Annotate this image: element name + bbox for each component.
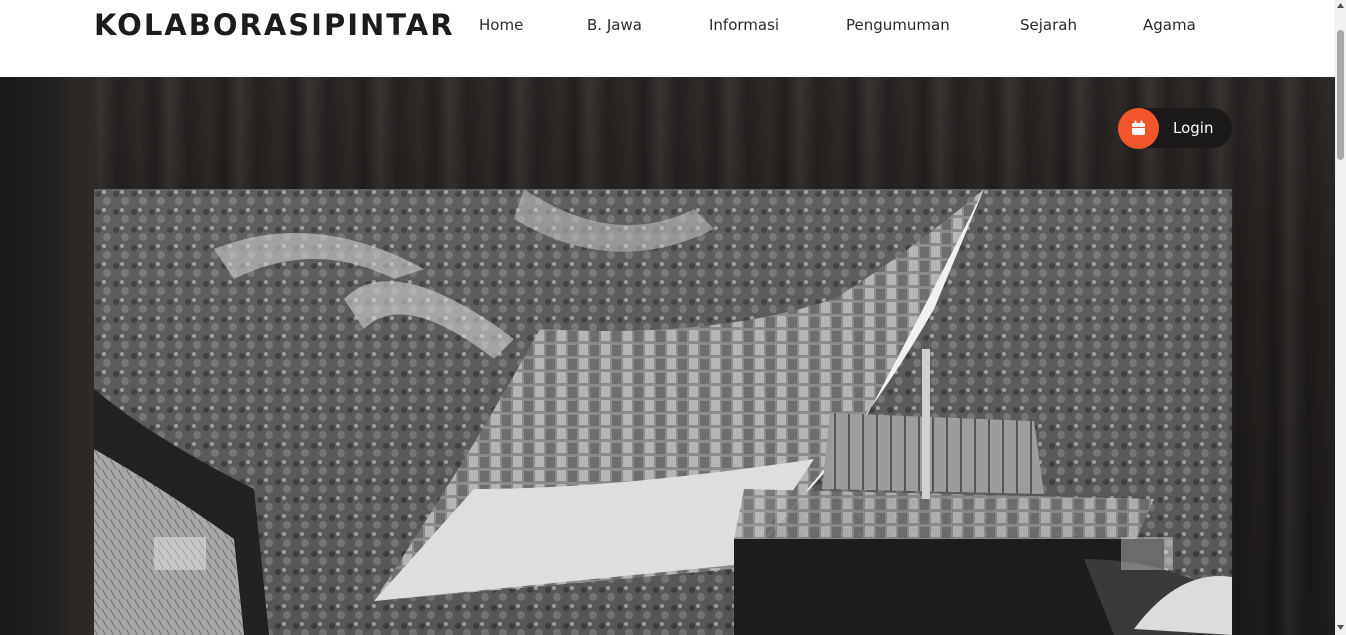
top-navbar: KOLABORASIPINTAR Home B. Jawa Informasi … bbox=[0, 0, 1335, 77]
slider-prev-button[interactable] bbox=[154, 537, 206, 570]
login-button[interactable]: Login bbox=[1118, 108, 1232, 149]
slider-image bbox=[94, 189, 1232, 635]
nav-item-pengumuman[interactable]: Pengumuman bbox=[846, 16, 950, 34]
scroll-up-arrow-icon[interactable] bbox=[1337, 2, 1344, 9]
slider-next-button[interactable] bbox=[1121, 537, 1173, 570]
login-label: Login bbox=[1173, 119, 1214, 137]
login-icon-badge bbox=[1118, 108, 1159, 149]
scroll-down-arrow-icon[interactable] bbox=[1337, 624, 1344, 631]
nav-item-informasi[interactable]: Informasi bbox=[709, 16, 779, 34]
page-scrollbar[interactable] bbox=[1335, 0, 1346, 635]
calendar-icon bbox=[1132, 120, 1145, 135]
nav-item-sejarah[interactable]: Sejarah bbox=[1020, 16, 1077, 34]
scrollbar-thumb[interactable] bbox=[1337, 30, 1344, 160]
house-photo bbox=[94, 189, 1232, 635]
nav-item-agama[interactable]: Agama bbox=[1143, 16, 1196, 34]
nav-item-b-jawa[interactable]: B. Jawa bbox=[587, 16, 642, 34]
hero-background bbox=[0, 77, 94, 635]
nav-item-home[interactable]: Home bbox=[479, 16, 523, 34]
site-brand[interactable]: KOLABORASIPINTAR bbox=[94, 8, 455, 42]
hero-section: Login bbox=[0, 77, 1335, 635]
